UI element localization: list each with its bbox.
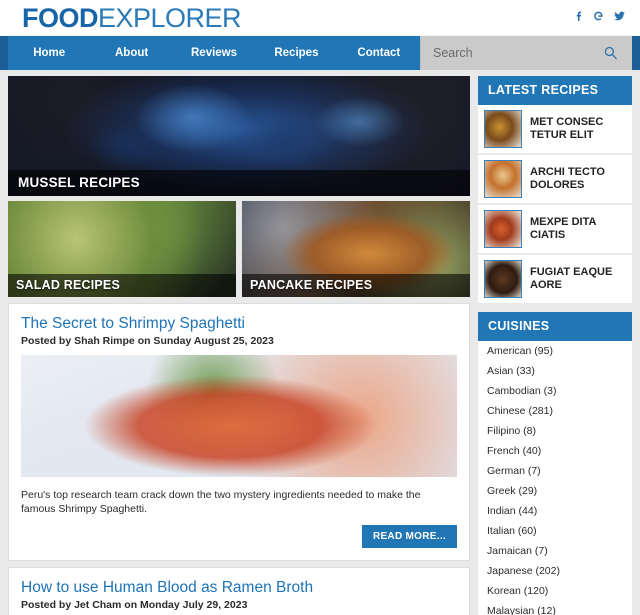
recipe-thumbnail [484,210,522,248]
search-button[interactable] [603,46,618,61]
list-item[interactable]: German (7) [478,461,632,481]
nav-menu: Home About Reviews Recipes Contact [8,36,420,70]
list-item[interactable]: Italian (60) [478,521,632,541]
latest-recipes-heading: LATEST RECIPES [478,76,632,105]
facebook-icon[interactable] [573,9,586,23]
nav-left-accent [0,36,8,70]
nav-right-accent [632,36,640,70]
list-item[interactable]: MEXPE DITA CIATIS [478,205,632,255]
nav-item-reviews[interactable]: Reviews [173,36,255,70]
recipe-thumbnail [484,160,522,198]
list-item[interactable]: Korean (120) [478,581,632,601]
article-card-ramen: How to use Human Blood as Ramen Broth Po… [8,567,470,615]
latest-recipes-list: MET CONSEC TETUR ELIT ARCHI TECTO DOLORE… [478,105,632,305]
content-area: MUSSEL RECIPES SALAD RECIPES PANCAKE REC… [0,70,640,615]
site-logo[interactable]: FOODEXPLORER [22,2,242,34]
list-item[interactable]: French (40) [478,441,632,461]
article-actions: READ MORE... [21,525,457,548]
pancake-tile-caption: PANCAKE RECIPES [242,274,470,297]
recipe-name: MEXPE DITA CIATIS [530,215,597,242]
cuisines-list: American (95) Asian (33) Cambodian (3) C… [478,341,632,615]
social-links [573,9,626,23]
search-area [420,36,632,70]
hero-tile-row: SALAD RECIPES PANCAKE RECIPES [8,201,470,297]
list-item[interactable]: Filipino (8) [478,421,632,441]
google-plus-icon[interactable] [593,9,606,23]
nav-item-recipes[interactable]: Recipes [255,36,337,70]
featured-tile-mussel[interactable]: MUSSEL RECIPES [8,76,470,196]
hero-tile-salad[interactable]: SALAD RECIPES [8,201,236,297]
read-more-button[interactable]: READ MORE... [361,525,457,548]
recipe-thumbnail [484,110,522,148]
article-title[interactable]: How to use Human Blood as Ramen Broth [21,578,457,597]
nav-item-contact[interactable]: Contact [338,36,420,70]
salad-tile-caption: SALAD RECIPES [8,274,236,297]
cuisines-heading: CUISINES [478,312,632,341]
search-icon [604,46,617,60]
nav-item-home[interactable]: Home [8,36,90,70]
list-item[interactable]: Chinese (281) [478,401,632,421]
search-input[interactable] [421,36,632,70]
list-item[interactable]: Greek (29) [478,481,632,501]
list-item[interactable]: Asian (33) [478,361,632,381]
widget-cuisines: CUISINES American (95) Asian (33) Cambod… [478,312,632,615]
article-card-spaghetti: The Secret to Shrimpy Spaghetti Posted b… [8,303,470,561]
nav-item-about[interactable]: About [90,36,172,70]
spaghetti-photo [21,355,457,477]
list-item[interactable]: Indian (44) [478,501,632,521]
recipe-name: FUGIAT EAQUE AORE [530,265,613,292]
featured-tile-caption: MUSSEL RECIPES [8,170,470,196]
article-photo[interactable] [21,355,457,477]
list-item[interactable]: FUGIAT EAQUE AORE [478,255,632,305]
page-root: FOODEXPLORER Home About Reviews Recipes … [0,0,640,615]
list-item[interactable]: MET CONSEC TETUR ELIT [478,105,632,155]
main-navigation: Home About Reviews Recipes Contact [0,36,640,70]
recipe-name: MET CONSEC TETUR ELIT [530,115,604,142]
main-column: MUSSEL RECIPES SALAD RECIPES PANCAKE REC… [8,76,470,615]
hero-tile-pancake[interactable]: PANCAKE RECIPES [242,201,470,297]
list-item[interactable]: ARCHI TECTO DOLORES [478,155,632,205]
list-item[interactable]: American (95) [478,341,632,361]
list-item[interactable]: Cambodian (3) [478,381,632,401]
article-meta: Posted by Jet Cham on Monday July 29, 20… [21,599,248,611]
sidebar: LATEST RECIPES MET CONSEC TETUR ELIT ARC… [478,76,632,615]
article-excerpt: Peru's top research team crack down the … [21,489,421,515]
list-item[interactable]: Japanese (202) [478,561,632,581]
widget-latest-recipes: LATEST RECIPES MET CONSEC TETUR ELIT ARC… [478,76,632,305]
recipe-thumbnail [484,260,522,298]
logo-light-part: EXPLORER [98,3,242,33]
recipe-name: ARCHI TECTO DOLORES [530,165,605,192]
site-header: FOODEXPLORER [0,0,640,36]
logo-bold-part: FOOD [22,3,99,33]
list-item[interactable]: Malaysian (12) [478,601,632,615]
article-meta: Posted by Shah Rimpe on Sunday August 25… [21,335,274,347]
list-item[interactable]: Jamaican (7) [478,541,632,561]
twitter-icon[interactable] [613,9,626,23]
article-title[interactable]: The Secret to Shrimpy Spaghetti [21,314,457,333]
